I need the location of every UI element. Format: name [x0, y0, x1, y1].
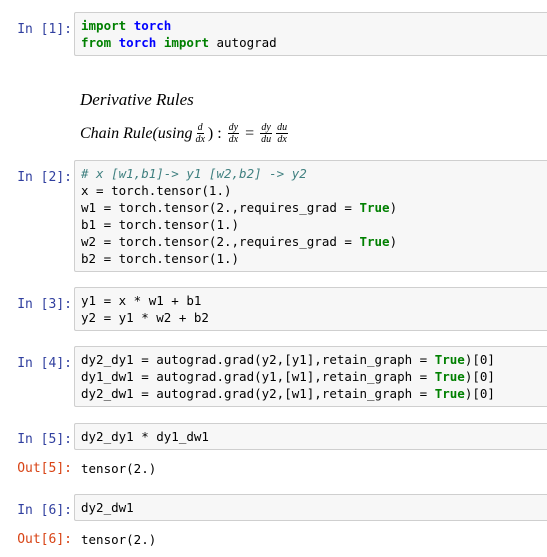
code-input[interactable]: dy2_dy1 = autograd.grad(y2,[y1],retain_g… — [74, 346, 547, 407]
code-line: y1 = x * w1 + b1 — [81, 292, 541, 309]
code-token: w2 = torch.tensor(2.,requires_grad = — [81, 234, 360, 249]
input-prompt: In [5]: — [17, 432, 72, 447]
fraction-numerator: du — [276, 122, 289, 134]
code-token: dy2_dw1 = autograd.grad(y2,[w1],retain_g… — [81, 386, 435, 401]
fraction-denominator: du — [261, 134, 272, 145]
lhs-fraction: dy dx — [227, 122, 240, 145]
code-line: x = torch.tensor(1.) — [81, 182, 541, 199]
keyword-token: True — [434, 386, 465, 401]
code-line: dy1_dw1 = autograd.grad(y1,[w1],retain_g… — [81, 368, 541, 385]
keyword-token: True — [434, 369, 465, 384]
code-line: from torch import autograd — [81, 34, 541, 51]
code-line: dy2_dy1 = autograd.grad(y2,[y1],retain_g… — [81, 351, 541, 368]
input-prompt: In [3]: — [17, 297, 72, 312]
fraction-numerator: dy — [227, 122, 240, 134]
code-token: dy2_dy1 = autograd.grad(y2,[y1],retain_g… — [81, 352, 435, 367]
code-token: b2 = torch.tensor(1.) — [81, 251, 240, 266]
fraction-numerator: d — [196, 122, 204, 134]
comment-token: # x [w1,b1]-> y1 [w2,b2] -> y2 — [81, 166, 307, 181]
code-token: ) — [389, 200, 398, 215]
module-token: torch — [133, 18, 172, 33]
using-fraction: d dx — [194, 122, 205, 145]
code-line: import torch — [81, 17, 541, 34]
code-token: dy2_dw1 — [81, 500, 134, 515]
code-token: )[0] — [464, 352, 495, 367]
code-line: dy2_dw1 = autograd.grad(y2,[w1],retain_g… — [81, 385, 541, 402]
code-token: y1 = x * w1 + b1 — [81, 293, 202, 308]
fraction-denominator: dx — [228, 134, 239, 145]
code-line: dy2_dy1 * dy1_dw1 — [81, 428, 541, 445]
fraction-numerator: dy — [260, 122, 272, 134]
code-token: w1 = torch.tensor(2.,requires_grad = — [81, 200, 360, 215]
code-token: y2 = y1 * w2 + b2 — [81, 310, 209, 325]
code-token: dy2_dy1 * dy1_dw1 — [81, 429, 209, 444]
code-line: # x [w1,b1]-> y1 [w2,b2] -> y2 — [81, 165, 541, 182]
code-line: w2 = torch.tensor(2.,requires_grad = Tru… — [81, 233, 541, 250]
keyword-token: import — [163, 35, 209, 50]
code-input[interactable]: dy2_dy1 * dy1_dw1 — [74, 423, 547, 450]
keyword-token: True — [359, 234, 390, 249]
keyword-token: from — [81, 35, 112, 50]
code-line: y2 = y1 * w2 + b2 — [81, 309, 541, 326]
chain-rule-formula: Chain Rule(using d dx ) : dy dx = dy du … — [80, 122, 290, 145]
code-token: autograd — [208, 35, 277, 50]
chain-rule-label: Chain Rule(using — [80, 124, 193, 142]
markdown-heading: Derivative Rules — [80, 90, 194, 109]
code-token: )[0] — [464, 369, 495, 384]
rhs-fraction-1: dy du — [260, 122, 272, 145]
code-token: x = torch.tensor(1.) — [81, 183, 232, 198]
keyword-token: True — [434, 352, 465, 367]
output-prompt: Out[5]: — [17, 461, 72, 476]
code-line: w1 = torch.tensor(2.,requires_grad = Tru… — [81, 199, 541, 216]
equals-sign: = — [245, 124, 255, 142]
code-token: dy1_dw1 = autograd.grad(y1,[w1],retain_g… — [81, 369, 435, 384]
fraction-denominator: dx — [195, 134, 205, 145]
keyword-token: True — [359, 200, 390, 215]
input-prompt: In [6]: — [17, 503, 72, 518]
code-token: b1 = torch.tensor(1.) — [81, 217, 240, 232]
cell-output: tensor(2.) — [81, 532, 157, 547]
fraction-denominator: dx — [277, 134, 287, 145]
code-line: b2 = torch.tensor(1.) — [81, 250, 541, 267]
code-input[interactable]: # x [w1,b1]-> y1 [w2,b2] -> y2 x = torch.… — [74, 160, 547, 272]
code-line: b1 = torch.tensor(1.) — [81, 216, 541, 233]
keyword-token: import — [81, 18, 127, 33]
code-token: )[0] — [464, 386, 495, 401]
output-prompt: Out[6]: — [17, 532, 72, 547]
input-prompt: In [1]: — [17, 22, 72, 37]
cell-output: tensor(2.) — [81, 461, 157, 476]
input-prompt: In [2]: — [17, 170, 72, 185]
code-input[interactable]: y1 = x * w1 + b1 y2 = y1 * w2 + b2 — [74, 287, 547, 331]
module-token: torch — [118, 35, 157, 50]
code-input[interactable]: dy2_dw1 — [74, 494, 547, 521]
close-paren-colon: ) : — [207, 124, 222, 142]
rhs-fraction-2: du dx — [276, 122, 289, 145]
code-token: ) — [389, 234, 398, 249]
code-input[interactable]: import torch from torch import autograd — [74, 12, 547, 56]
input-prompt: In [4]: — [17, 356, 72, 371]
code-line: dy2_dw1 — [81, 499, 541, 516]
